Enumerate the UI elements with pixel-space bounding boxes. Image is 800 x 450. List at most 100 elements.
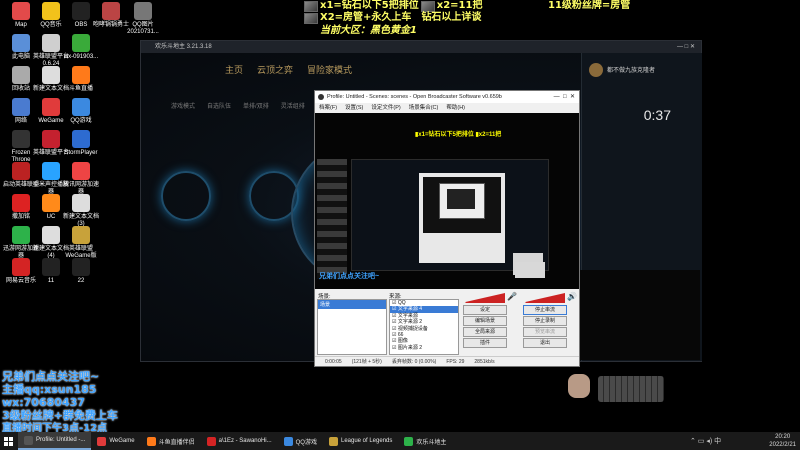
desktop-icon-label: 网络 [14,118,27,124]
desktop-icon-label: wx-091903... [63,54,99,60]
desktop-icon[interactable]: QQ游戏 [62,98,100,125]
source-label: 文字来源 2 [397,319,423,326]
exit-button[interactable]: 退出 [523,338,567,348]
sources-list[interactable]: ☑ QQ ☑ 文字来源 4 ☑ 文字来源 ☑ 文字来源 2 ☑ 视频捕捉设备 ☑ 66 ☑ … [389,299,459,355]
follow-prompt: 兄弟们点点关注吧~ [2,370,100,383]
status-dropped: 丢弃帧数: 0 (0.00%) [391,359,437,365]
uc-icon [42,194,60,212]
desktop-icon[interactable]: QQ图片20210731... [124,2,162,36]
status-time: 0:00:05 [325,359,342,365]
image-icon [134,2,152,20]
tray-icons[interactable]: ⌃ ▭ ◂) 中 [690,436,721,446]
taskbar-item[interactable]: QQ游戏 [278,432,323,450]
taskbar-item-label: Profile: Untitled -... [36,437,86,443]
taskbar-item-label: WeGame [109,438,135,444]
lol-icon [42,130,60,148]
scene-item[interactable]: 场景 [318,300,386,309]
obs-icon [72,2,90,20]
wegame-icon [42,98,60,116]
menu-settings[interactable]: 设置(S) [345,103,363,113]
taskbar-item[interactable]: League of Legends [323,432,398,450]
lol-wegame-icon [72,226,90,244]
overlay-text: x2=11把 [436,0,483,11]
desktop-volume-meter[interactable] [521,293,565,303]
menu-help[interactable]: 帮助(H) [446,103,465,113]
stormplayer-icon [72,130,90,148]
taskbar-item-label: League of Legends [340,438,393,444]
rank-badge-icon [304,12,318,24]
game-window-titlebar[interactable]: 欢乐斗地主 3.21.3.18 — □ ✕ [141,41,701,53]
obs-controls-panel: 场景: 来源: 场景 ☑ QQ ☑ 文字来源 4 ☑ 文字来源 ☑ 文字来源 2 ☑ 视… [315,289,579,366]
desktop-icon[interactable]: 斗鱼直播 [62,66,100,93]
obs-titlebar[interactable]: Profile: Untitled - Scenes: scenes - Ope… [315,91,579,103]
wx-value: 70680437 [23,396,85,409]
windows-icon [4,436,13,446]
obs-icon [24,435,33,445]
nav-tft[interactable]: 云顶之弈 [257,63,293,76]
menu-scene-collection[interactable]: 场景集合(C) [409,103,439,113]
global-sources-button[interactable]: 全局来源 [463,327,507,337]
desktop-icon-label: StormPlayer [64,150,98,156]
taskbar-item[interactable]: Profile: Untitled -... [18,432,92,450]
stop-stream-button[interactable]: 停止串流 [523,305,567,315]
stop-record-button[interactable]: 停止录制 [523,316,567,326]
obs-window-controls[interactable]: — □ ✕ [554,91,575,103]
preview-stream-button[interactable]: 预览串流 [523,327,567,337]
desktop-icon[interactable]: StormPlayer [62,130,100,157]
subnav-mode[interactable]: 游戏模式 [171,101,195,110]
game-sub-nav: 游戏模式 自选队伍 单排/双排 灵活组排 [171,101,305,110]
scenes-list[interactable]: 场景 [317,299,387,355]
speaker-icon[interactable]: 🔊 [567,292,577,301]
taskbar-item[interactable]: WeGame [91,432,140,450]
menu-profile[interactable]: 设定文件(P) [371,103,400,113]
obs-window[interactable]: Profile: Untitled - Scenes: scenes - Ope… [314,90,580,367]
window-controls[interactable]: — □ ✕ [677,41,695,53]
taskbar-item-label: QQ游戏 [295,439,317,446]
fan-badge-note: 3级粉丝牌+群免费上车 [2,409,118,422]
lol-launcher-icon [12,162,30,180]
subnav-team[interactable]: 自选队伍 [207,101,231,110]
mic-volume-meter[interactable] [461,293,505,303]
nav-home[interactable]: 主页 [225,63,243,76]
system-clock[interactable]: 20:20 2022/2/21 [769,433,796,449]
source-label: 图像 [397,338,408,345]
source-label: 文字来源 4 [397,306,423,313]
wx-label: wx: [2,396,24,409]
desktop-icon-label: Map [15,22,27,28]
desktop-icon[interactable]: 腾讯网游加速器 [62,162,100,196]
taskbar-item[interactable]: 斗鱼直播伴侣 [141,432,201,450]
source-item[interactable]: ☑ 图片来源 2 [390,345,458,351]
taskbar: Profile: Untitled -... WeGame 斗鱼直播伴侣 a\1Ez … [0,432,800,450]
rank-badge-icon [304,0,318,12]
subnav-solo[interactable]: 单排/双排 [243,101,269,110]
recycle-bin-icon [12,66,30,84]
qq-game-icon [72,98,90,116]
taskbar-item[interactable]: a\1Ez - SawanoHi... [201,432,278,450]
preview-overlay-text: ▮x1=钻石以下5把排位 ▮x2=11把 [415,132,502,138]
desktop-icon-label: QQ游戏 [70,118,92,124]
avatar[interactable] [589,63,603,77]
settings-button[interactable]: 设定 [463,305,507,315]
desktop-icon[interactable]: wx-091903... [62,34,100,61]
desktop-icon-label: QQ图片20210731... [127,22,159,35]
taskbar-item[interactable]: 欢乐斗地主 [398,432,452,450]
game-icon [102,2,120,20]
mic-icon[interactable]: 🎤 [507,292,517,301]
folder-icon [42,258,60,276]
queue-timer: 0:37 [643,107,671,123]
obs-logo-icon [318,94,324,100]
game-main-nav: 主页 云顶之弈 冒险家模式 [225,63,352,76]
nav-adventure[interactable]: 冒险家模式 [307,63,352,76]
plugins-button[interactable]: 插件 [463,338,507,348]
subnav-flex[interactable]: 灵活组排 [281,101,305,110]
desktop-icon[interactable]: 英雄联盟 WeGame版 [62,226,100,260]
lol-platform-icon [42,34,60,52]
desktop-icon[interactable]: 22 [62,258,100,285]
start-button[interactable] [0,432,18,450]
edit-scene-button[interactable]: 编辑场景 [463,316,507,326]
overlay-fan-badge: 11级粉丝牌=房管 [548,0,631,11]
desktop-icon[interactable]: 新建文本文档 (3) [62,194,100,228]
obs-statusbar: 0:00:05 (121帧 + 5秒) 丢弃帧数: 0 (0.00%) FPS:… [315,356,579,366]
menu-file[interactable]: 档案(F) [319,103,337,113]
desktop-icon-label: OBS [74,22,88,28]
